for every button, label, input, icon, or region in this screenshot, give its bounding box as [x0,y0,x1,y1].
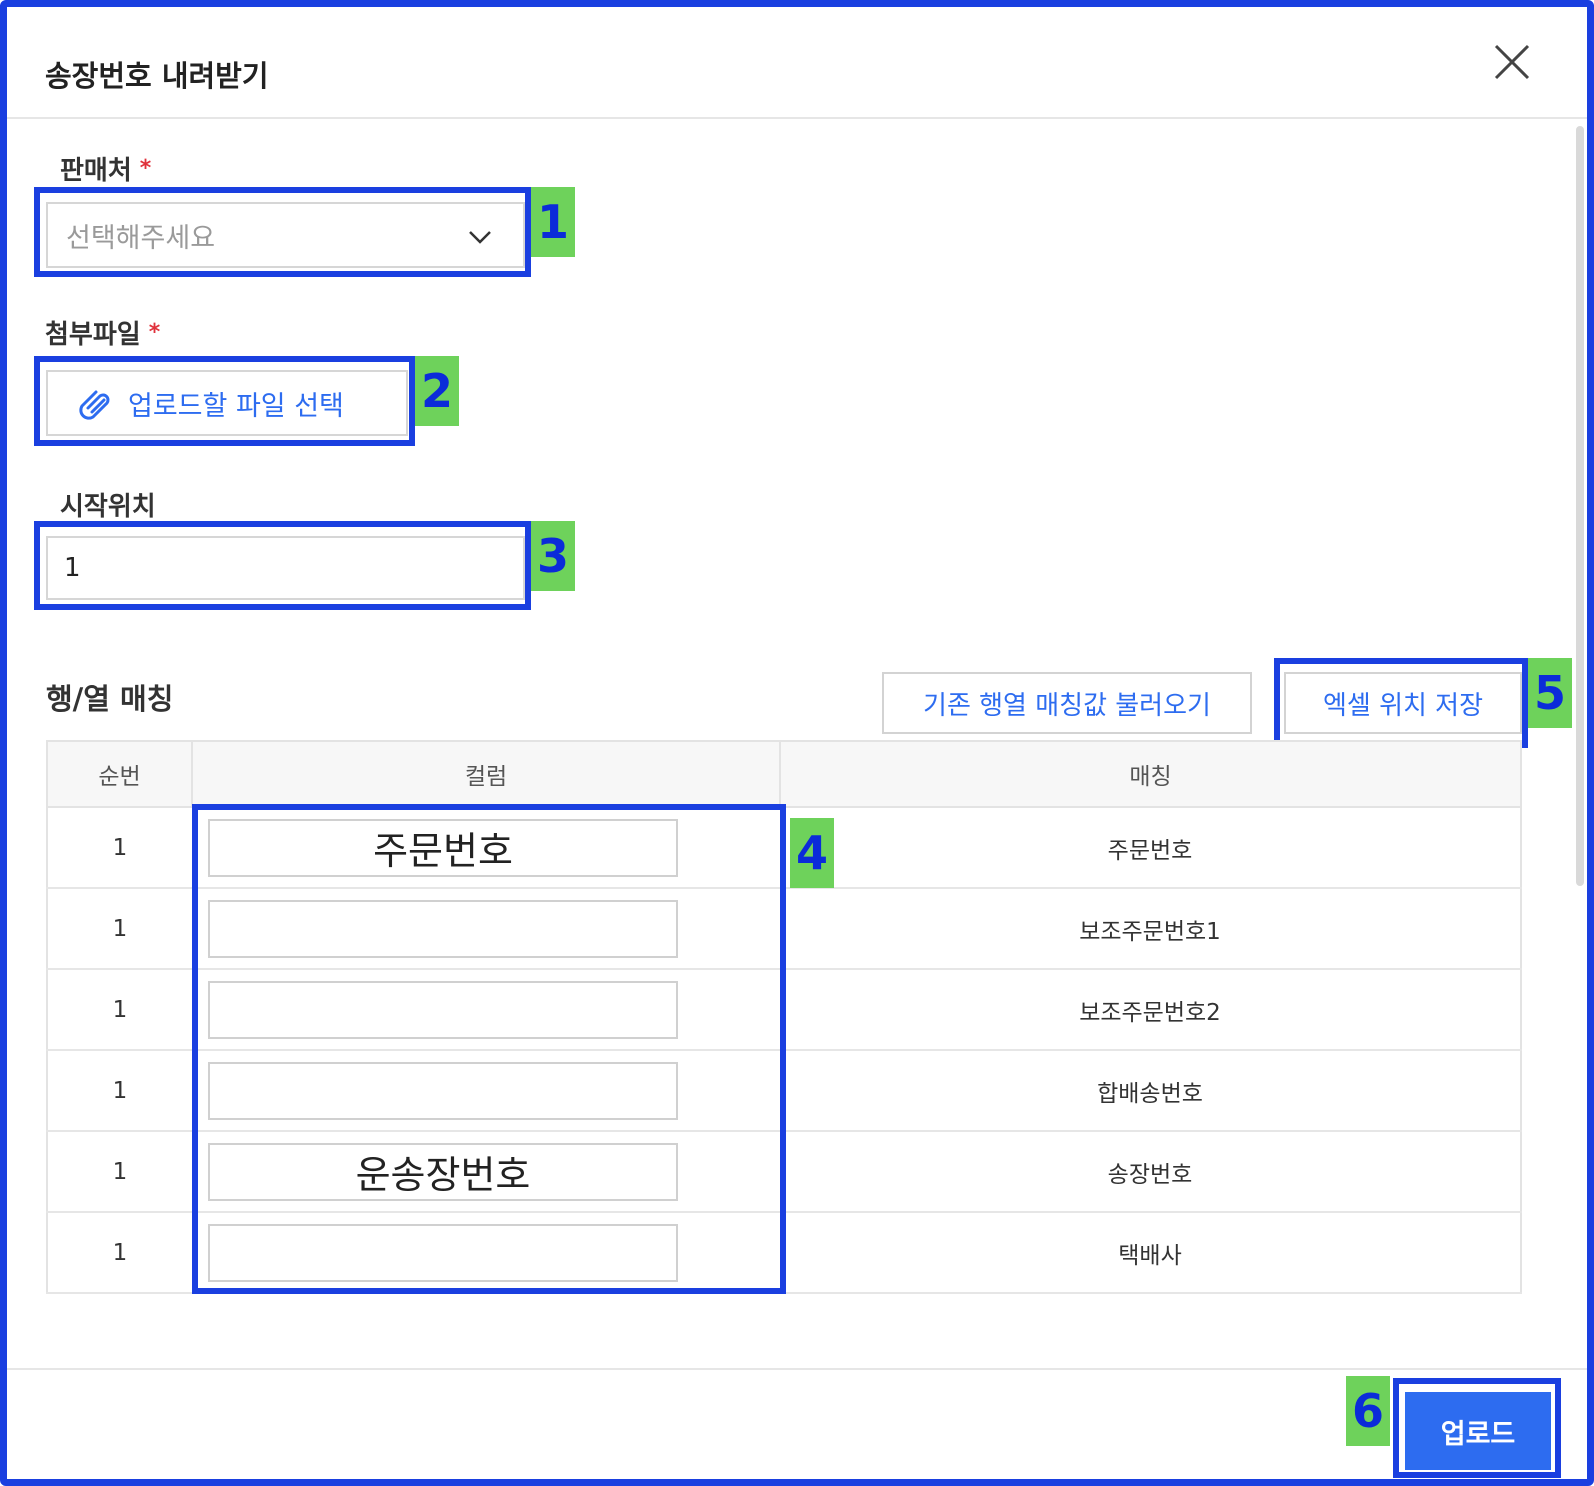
seller-label: 판매처 * [60,150,151,187]
row-match: 택배사 [780,1212,1521,1294]
row-match: 주문번호 [780,807,1521,889]
annotation-box-3 [34,521,531,610]
header-seq: 순번 [47,741,193,808]
dialog-title: 송장번호 내려받기 [45,59,269,93]
annotation-label-1: 1 [531,187,575,257]
annotation-box-4 [192,804,786,1294]
table-header-row: 순번 컬럼 매칭 [47,741,1521,808]
row-match: 합배송번호 [780,1050,1521,1132]
row-seq: 1 [47,1212,192,1294]
start-position-label: 시작위치 [60,492,156,522]
dialog-header: 송장번호 내려받기 [7,7,1587,119]
load-matching-button[interactable]: 기존 행열 매칭값 불러오기 [882,672,1252,734]
row-seq: 1 [47,1050,192,1132]
seller-label-text: 판매처 [60,156,132,186]
attachment-label-text: 첨부파일 [45,320,141,350]
annotation-box-6 [1393,1378,1561,1478]
matching-section-title: 행/열 매칭 [46,682,174,716]
row-seq: 1 [47,1131,192,1213]
row-seq: 1 [47,807,192,889]
required-mark: * [139,156,152,181]
annotation-label-6: 6 [1346,1376,1390,1446]
row-seq: 1 [47,969,192,1051]
row-match: 보조주문번호1 [780,888,1521,970]
header-match: 매칭 [780,741,1521,808]
close-icon[interactable] [1490,40,1534,84]
scrollbar-thumb[interactable] [1576,126,1584,886]
row-match: 송장번호 [780,1131,1521,1213]
annotation-label-4: 4 [790,818,834,888]
annotation-label-3: 3 [531,521,575,591]
attachment-label: 첨부파일 * [45,314,160,351]
row-match: 보조주문번호2 [780,969,1521,1051]
annotation-box-1 [34,187,531,277]
annotation-box-2 [34,356,415,446]
required-mark: * [148,320,161,345]
annotation-box-5 [1274,658,1528,748]
header-column: 컬럼 [192,741,781,808]
row-seq: 1 [47,888,192,970]
annotation-label-5: 5 [1528,658,1572,728]
annotation-label-2: 2 [415,356,459,426]
